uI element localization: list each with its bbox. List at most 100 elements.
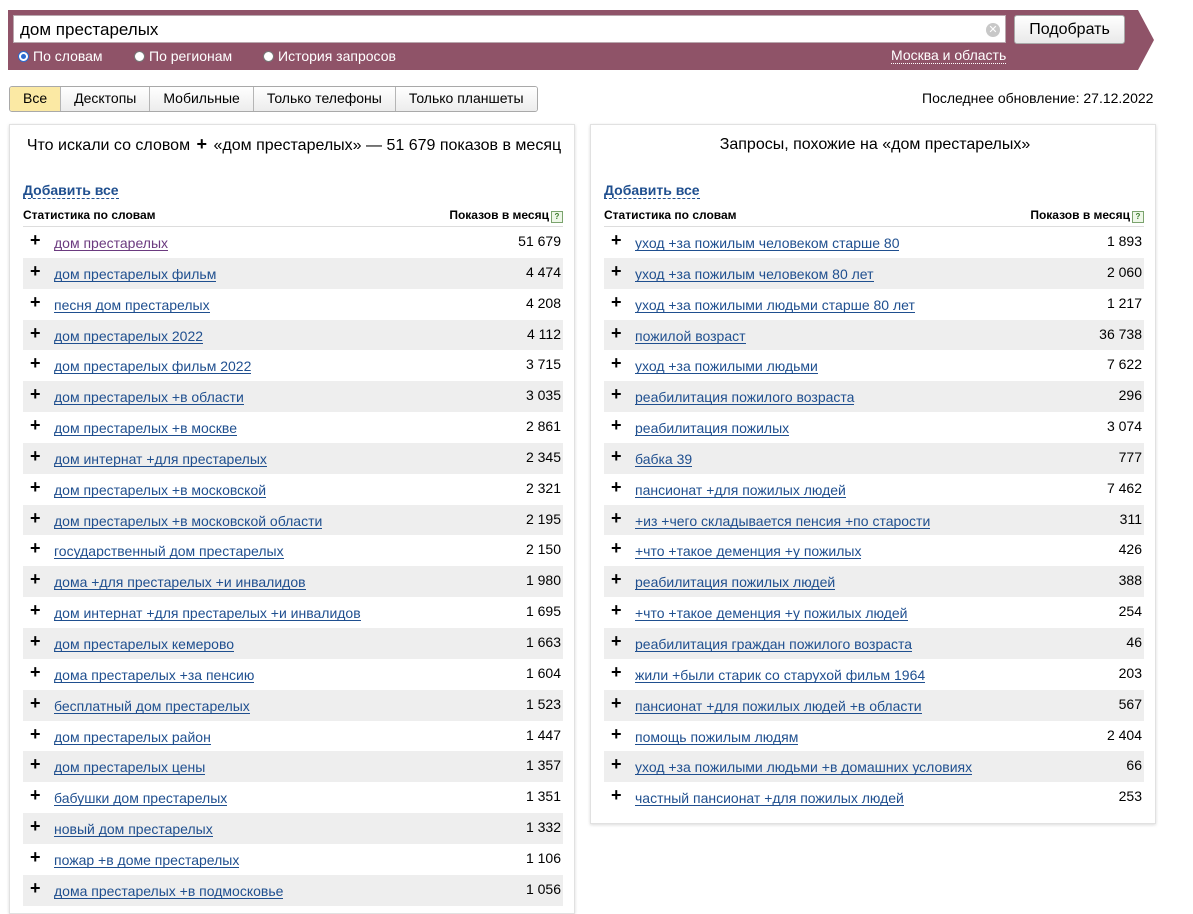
tab-all[interactable]: Все	[10, 87, 62, 111]
add-phrase-icon[interactable]: +	[611, 478, 622, 496]
phrase-link[interactable]: песня дом престарелых	[54, 298, 210, 313]
add-phrase-icon[interactable]: +	[611, 601, 622, 619]
add-phrase-icon[interactable]: +	[30, 694, 41, 712]
add-phrase-icon[interactable]: +	[611, 262, 622, 280]
add-phrase-icon[interactable]: +	[611, 447, 622, 465]
add-phrase-icon[interactable]: +	[611, 293, 622, 311]
search-input[interactable]: дом престарелых ✕	[13, 15, 1006, 43]
tab-mobile[interactable]: Мобильные	[150, 87, 254, 111]
add-phrase-icon[interactable]: +	[30, 262, 41, 280]
phrase-link[interactable]: новый дом престарелых	[54, 822, 213, 838]
add-phrase-icon[interactable]: +	[30, 293, 41, 311]
add-phrase-icon[interactable]: +	[30, 324, 41, 342]
region-link[interactable]: Москва и область	[891, 47, 1007, 64]
phrase-link[interactable]: уход +за пожилыми людьми	[635, 359, 818, 375]
add-phrase-icon[interactable]: +	[30, 632, 41, 650]
phrase-link[interactable]: частный пансионат +для пожилых людей	[635, 791, 904, 807]
phrase-link[interactable]: дом интернат +для престарелых +и инвалид…	[54, 606, 361, 622]
phrase-link[interactable]: дом престарелых район	[54, 730, 211, 745]
phrase-link[interactable]: бесплатный дом престарелых	[54, 699, 250, 714]
add-phrase-icon[interactable]: +	[611, 231, 622, 249]
add-phrase-icon[interactable]: +	[611, 385, 622, 403]
add-phrase-icon[interactable]: +	[30, 663, 41, 681]
add-phrase-icon[interactable]: +	[611, 725, 622, 743]
mode-history[interactable]: История запросов	[263, 48, 396, 64]
mode-by-regions[interactable]: По регионам	[134, 48, 232, 64]
phrase-link[interactable]: дома престарелых +в подмосковье	[54, 884, 284, 899]
phrase-link[interactable]: дом престарелых +в области	[54, 390, 244, 406]
add-phrase-icon[interactable]: +	[611, 786, 622, 804]
radio-icon[interactable]	[263, 51, 274, 62]
phrase-link[interactable]: реабилитация пожилых	[635, 421, 790, 437]
add-phrase-icon[interactable]: +	[30, 354, 41, 372]
add-phrase-icon[interactable]: +	[30, 817, 41, 835]
search-input-value[interactable]: дом престарелых	[20, 20, 158, 40]
add-phrase-icon[interactable]: +	[30, 570, 41, 588]
add-phrase-icon[interactable]: +	[30, 601, 41, 619]
add-phrase-icon[interactable]: +	[30, 385, 41, 403]
add-all-link[interactable]: Добавить все	[604, 182, 700, 199]
phrase-link[interactable]: пансионат +для пожилых людей +в области	[635, 699, 922, 714]
phrase-link[interactable]: дом престарелых фильм	[54, 267, 217, 282]
phrase-link[interactable]: реабилитация граждан пожилого возраста	[635, 637, 913, 652]
help-icon[interactable]: ?	[551, 211, 563, 223]
phrase-link[interactable]: помощь пожилым людям	[635, 730, 799, 745]
phrase-link[interactable]: бабушки дом престарелых	[54, 791, 228, 807]
add-phrase-icon[interactable]: +	[611, 354, 622, 372]
add-phrase-icon[interactable]: +	[30, 416, 41, 434]
phrase-link[interactable]: реабилитация пожилого возраста	[635, 390, 855, 406]
add-phrase-icon[interactable]: +	[611, 416, 622, 434]
tab-tablets-only[interactable]: Только планшеты	[395, 87, 537, 111]
help-icon[interactable]: ?	[1132, 211, 1144, 223]
phrase-link[interactable]: дом престарелых +в москве	[54, 421, 237, 437]
phrase-link[interactable]: государственный дом престарелых	[54, 544, 284, 560]
phrase-link[interactable]: дом интернат +для престарелых	[54, 452, 267, 467]
phrase-link[interactable]: дом престарелых кемерово	[54, 637, 235, 652]
add-phrase-icon[interactable]: +	[611, 509, 622, 527]
phrase-link[interactable]: дом престарелых	[54, 236, 169, 251]
add-phrase-icon[interactable]: +	[611, 632, 622, 650]
mode-by-words[interactable]: По словам	[18, 48, 103, 64]
phrase-link[interactable]: реабилитация пожилых людей	[635, 575, 836, 591]
phrase-link[interactable]: дома престарелых +за пенсию	[54, 668, 255, 683]
tab-desktops[interactable]: Десктопы	[61, 87, 151, 111]
phrase-link[interactable]: дом престарелых +в московской области	[54, 514, 323, 529]
phrase-link[interactable]: пожар +в доме престарелых	[54, 853, 240, 868]
phrase-link[interactable]: жили +были старик со старухой фильм 1964	[635, 668, 926, 683]
add-phrase-icon[interactable]: +	[611, 324, 622, 342]
radio-checked-icon[interactable]	[18, 51, 29, 62]
add-phrase-icon[interactable]: +	[30, 478, 41, 496]
phrase-link[interactable]: +что +такое деменция +у пожилых	[635, 544, 862, 560]
phrase-link[interactable]: уход +за пожилыми людьми старше 80 лет	[635, 298, 915, 313]
phrase-link[interactable]: уход +за пожилыми людьми +в домашних усл…	[635, 760, 973, 776]
clear-icon[interactable]: ✕	[986, 23, 1000, 37]
add-phrase-icon[interactable]: +	[30, 539, 41, 557]
add-phrase-icon[interactable]: +	[30, 879, 41, 897]
phrase-link[interactable]: пансионат +для пожилых людей	[635, 483, 846, 498]
add-phrase-icon[interactable]: +	[611, 663, 622, 681]
phrase-link[interactable]: +что +такое деменция +у пожилых людей	[635, 606, 908, 622]
phrase-link[interactable]: дом престарелых 2022	[54, 329, 204, 344]
add-phrase-icon[interactable]: +	[611, 570, 622, 588]
add-phrase-icon[interactable]: +	[30, 786, 41, 804]
add-phrase-icon[interactable]: +	[30, 755, 41, 773]
phrase-link[interactable]: дом престарелых цены	[54, 760, 206, 776]
add-phrase-icon[interactable]: +	[30, 447, 41, 465]
phrase-link[interactable]: уход +за пожилым человеком 80 лет	[635, 267, 874, 282]
radio-icon[interactable]	[134, 51, 145, 62]
tab-phones-only[interactable]: Только телефоны	[253, 87, 396, 111]
phrase-link[interactable]: бабка 39	[635, 452, 693, 467]
phrase-link[interactable]: +из +чего складывается пенсия +по старос…	[635, 514, 931, 529]
add-phrase-icon[interactable]: +	[611, 539, 622, 557]
add-phrase-icon[interactable]: +	[611, 755, 622, 773]
phrase-link[interactable]: уход +за пожилым человеком старше 80	[635, 236, 900, 251]
phrase-link[interactable]: дом престарелых +в московской	[54, 483, 267, 498]
add-all-link[interactable]: Добавить все	[23, 182, 119, 199]
phrase-link[interactable]: дом престарелых фильм 2022	[54, 359, 252, 375]
phrase-link[interactable]: дома +для престарелых +и инвалидов	[54, 575, 306, 591]
search-button[interactable]: Подобрать	[1014, 15, 1125, 44]
phrase-link[interactable]: пожилой возраст	[635, 329, 746, 344]
add-phrase-icon[interactable]: +	[30, 231, 41, 249]
add-phrase-icon[interactable]: +	[611, 694, 622, 712]
add-phrase-icon[interactable]: +	[30, 725, 41, 743]
